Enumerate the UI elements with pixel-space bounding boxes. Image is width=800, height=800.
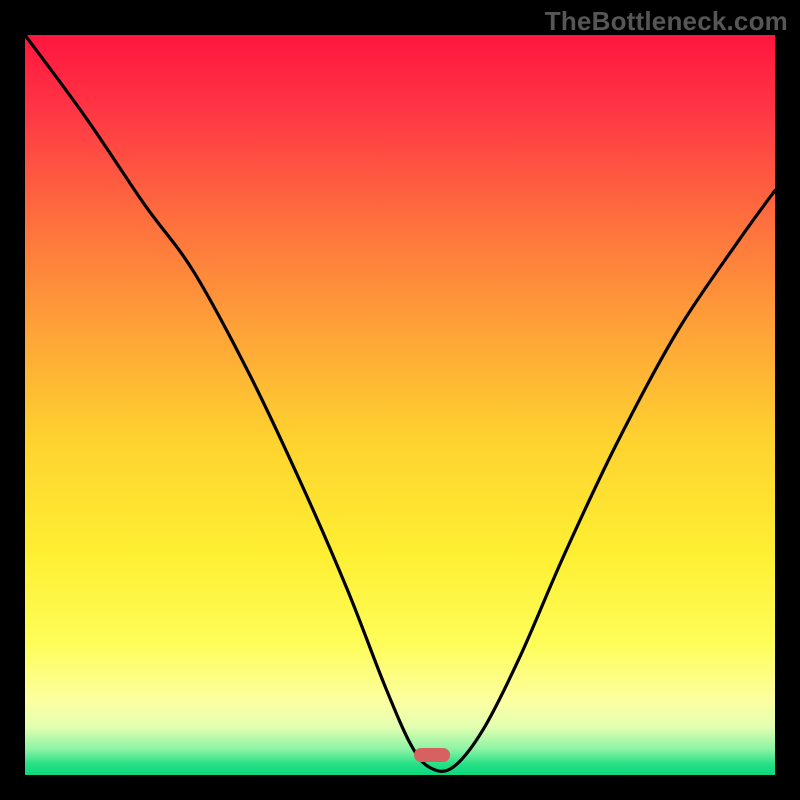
chart-frame: TheBottleneck.com	[0, 0, 800, 800]
background-gradient	[25, 35, 775, 775]
plot-area	[25, 35, 775, 775]
watermark-text: TheBottleneck.com	[545, 6, 788, 37]
optimum-marker	[414, 748, 450, 762]
